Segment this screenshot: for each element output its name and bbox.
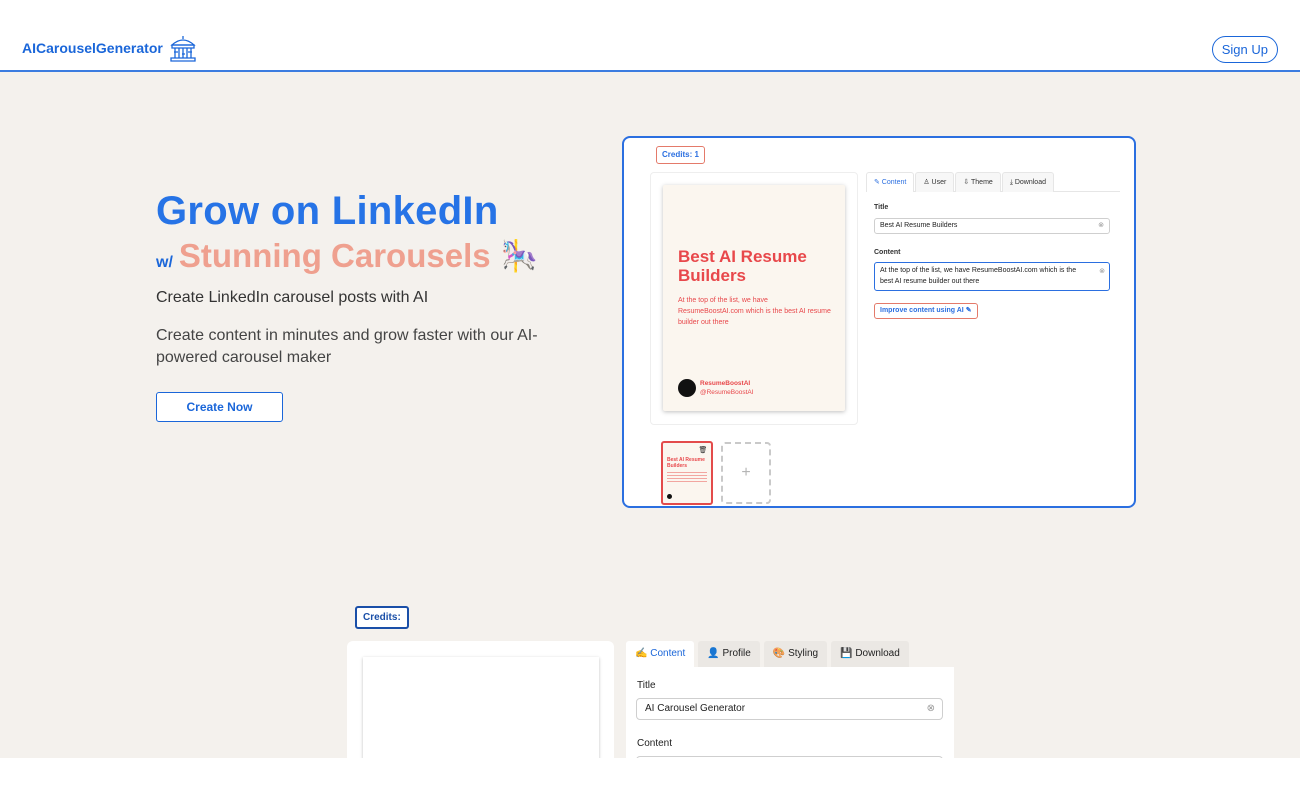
clear-icon[interactable]: ⊗	[927, 699, 935, 719]
tab-profile[interactable]: 👤 Profile	[698, 641, 760, 667]
hero-headline: Grow on LinkedIn	[156, 189, 499, 233]
preview-slide-thumbnail: 🗑 Best AI Resume Builders	[661, 441, 713, 505]
tab-download[interactable]: 💾 Download	[831, 641, 909, 667]
hero-prefix: w/	[156, 254, 173, 271]
preview-slide-frame: Best AI Resume Builders At the top of th…	[650, 172, 858, 425]
trash-icon: 🗑	[698, 447, 708, 454]
editor-tabs: ✍️ Content 👤 Profile 🎨 Styling 💾 Downloa…	[626, 641, 954, 667]
preview-credits-badge: Credits: 1	[656, 146, 705, 164]
preview-add-slide: +	[721, 442, 771, 504]
hero-subheadline: w/ Stunning Carousels 🎠	[156, 234, 576, 278]
preview-title-label: Title	[874, 204, 889, 211]
preview-improve-button: Improve content using AI ✎	[874, 303, 978, 319]
slide-preview-panel	[347, 641, 614, 758]
top-navbar: AICarouselGenerator Sign Up	[0, 0, 1300, 72]
preview-content-label: Content	[874, 249, 901, 256]
hero-highlight: Stunning Carousels	[178, 237, 491, 274]
hero-section: Grow on LinkedIn w/ Stunning Carousels 🎠…	[156, 188, 576, 422]
preview-title-value: Best AI Resume Builders	[880, 222, 958, 229]
carousel-icon	[170, 36, 196, 62]
clear-icon: ⊗	[1099, 268, 1105, 275]
signup-button[interactable]: Sign Up	[1211, 36, 1278, 63]
thumbnail-avatar	[667, 494, 672, 499]
preview-tabs: ✎ Content ♙ User ⇩ Theme ⤓ Download	[866, 172, 1120, 192]
title-input-value: AI Carousel Generator	[645, 703, 746, 714]
preview-tab-content: ✎ Content	[866, 172, 915, 192]
hero-description: Create content in minutes and grow faste…	[156, 327, 538, 366]
title-input[interactable]: AI Carousel Generator ⊗	[636, 698, 943, 720]
preview-title-field: Best AI Resume Builders ⊗	[874, 218, 1110, 234]
clear-icon: ⊗	[1098, 222, 1104, 229]
preview-author-name: ResumeBoostAI	[700, 380, 751, 387]
preview-slide-body: At the top of the list, we have ResumeBo…	[678, 297, 831, 326]
app-preview-image: Credits: 1 Best AI Resume Builders At th…	[622, 136, 1136, 508]
preview-content-value: At the top of the list, we have ResumeBo…	[880, 267, 1077, 285]
preview-tab-user: ♙ User	[915, 172, 955, 192]
brand-name: AICarouselGenerator	[22, 40, 163, 56]
title-label: Title	[637, 680, 656, 691]
preview-author-handle: @ResumeBoostAI	[700, 389, 754, 396]
brand-link[interactable]: AICarouselGenerator	[22, 34, 197, 62]
preview-slide-title: Best AI Resume Builders	[678, 247, 807, 285]
avatar	[678, 379, 696, 397]
tab-content[interactable]: ✍️ Content	[626, 641, 695, 667]
tab-styling[interactable]: 🎨 Styling	[763, 641, 828, 667]
content-label: Content	[637, 738, 673, 749]
credits-badge: Credits:	[355, 606, 409, 629]
thumbnail-text-lines	[667, 472, 707, 484]
preview-tab-theme: ⇩ Theme	[955, 172, 1001, 192]
page: AICarouselGenerator Sign Up Grow on Link…	[0, 0, 1300, 758]
carousel-horse-icon: 🎠	[500, 239, 538, 273]
preview-content-field: At the top of the list, we have ResumeBo…	[874, 262, 1110, 291]
editor-panel: ✍️ Content 👤 Profile 🎨 Styling 💾 Downloa…	[626, 641, 954, 758]
content-input[interactable]	[636, 756, 943, 758]
preview-tab-download: ⤓ Download	[1001, 172, 1054, 192]
hero-tagline: Create LinkedIn carousel posts with AI	[156, 289, 429, 306]
preview-slide: Best AI Resume Builders At the top of th…	[663, 185, 845, 411]
thumbnail-title: Best AI Resume Builders	[667, 457, 705, 469]
slide-canvas	[363, 657, 599, 758]
create-now-button[interactable]: Create Now	[156, 392, 283, 422]
